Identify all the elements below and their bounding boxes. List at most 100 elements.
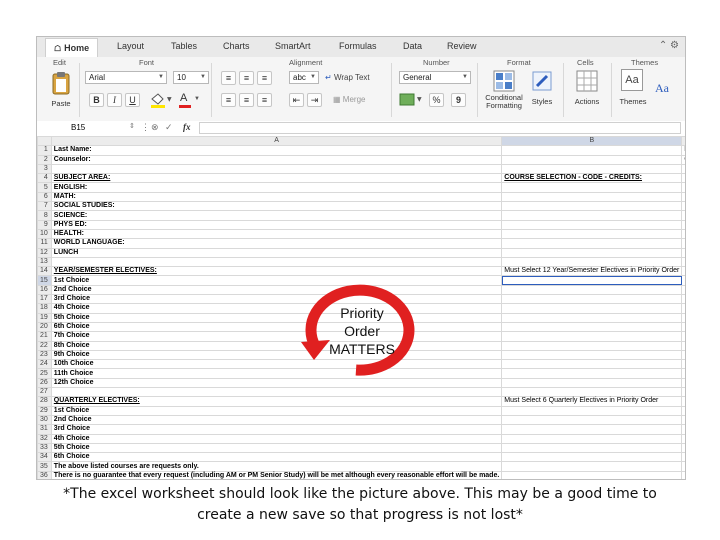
cell-b28[interactable]: Must Select 6 Quarterly Electives in Pri…	[501, 396, 683, 407]
row-header[interactable]: 26	[37, 377, 52, 389]
cell-b10[interactable]	[501, 228, 683, 240]
cell-b20[interactable]	[501, 321, 683, 333]
cell-a3[interactable]	[50, 163, 503, 175]
row-header[interactable]: 31	[37, 424, 52, 435]
cell-b3[interactable]	[501, 163, 683, 175]
row-header[interactable]: 20	[37, 321, 52, 333]
cell-c13[interactable]	[681, 256, 685, 268]
italic-button[interactable]: I	[107, 93, 122, 107]
tab-home[interactable]: ☖ Home	[45, 38, 99, 57]
row-header[interactable]: 17	[37, 294, 52, 305]
row-header[interactable]: 22	[37, 340, 52, 351]
orientation-button[interactable]: abc ▼	[289, 71, 319, 84]
tab-formulas[interactable]: Formulas	[339, 41, 377, 51]
name-box[interactable]: B15	[51, 122, 127, 134]
wrap-text-button[interactable]: ↵ Wrap Text	[325, 71, 381, 85]
cell-c31[interactable]	[681, 424, 685, 435]
increase-indent-button[interactable]: ⇥	[307, 93, 322, 107]
tab-smartart[interactable]: SmartArt	[275, 41, 311, 51]
cell-a30[interactable]: 2nd Choice	[50, 414, 503, 426]
row-header[interactable]: 30	[37, 414, 52, 426]
cell-c18[interactable]	[681, 303, 685, 314]
cell-b24[interactable]	[501, 359, 683, 370]
underline-button[interactable]: U	[125, 93, 140, 107]
cell-c5[interactable]	[681, 182, 685, 193]
row-header[interactable]: 7	[37, 201, 52, 212]
cell-b36[interactable]	[501, 470, 683, 479]
cell-b12[interactable]	[501, 247, 683, 258]
row-header[interactable]: 8	[37, 210, 52, 221]
row-header[interactable]: 18	[37, 303, 52, 314]
select-all-corner[interactable]	[37, 135, 52, 147]
cell-c36[interactable]	[681, 470, 685, 479]
cell-b9[interactable]	[501, 219, 683, 230]
row-header[interactable]: 23	[37, 349, 52, 361]
cell-c16[interactable]	[681, 284, 685, 296]
cell-b11[interactable]	[501, 238, 683, 249]
cell-a15[interactable]: 1st Choice	[50, 275, 503, 286]
cell-a19[interactable]: 5th Choice	[50, 312, 503, 323]
cell-c34[interactable]	[681, 452, 685, 463]
cell-a18[interactable]: 4th Choice	[50, 303, 503, 314]
cell-a33[interactable]: 5th Choice	[50, 442, 503, 454]
cell-a24[interactable]: 10th Choice	[50, 359, 503, 370]
cell-b30[interactable]	[501, 414, 683, 426]
cell-b26[interactable]	[501, 377, 683, 389]
merge-button[interactable]: ▦ Merge	[333, 93, 383, 107]
row-header[interactable]: 2	[37, 154, 52, 165]
row-header[interactable]: 32	[37, 433, 52, 444]
ribbon-collapse-icon[interactable]: ⌃ ⚙	[659, 40, 679, 51]
bold-button[interactable]: B	[89, 93, 104, 107]
cell-c28[interactable]	[681, 396, 685, 407]
cell-c4[interactable]	[681, 173, 685, 184]
cell-c11[interactable]	[681, 238, 685, 249]
font-color-button[interactable]: A ▼	[177, 92, 201, 108]
row-header[interactable]: 1	[37, 145, 52, 156]
currency-format-button[interactable]: ▼	[399, 92, 423, 108]
cell-c3[interactable]	[681, 163, 685, 175]
confirm-icon[interactable]: ✓	[165, 122, 173, 133]
row-header[interactable]: 16	[37, 284, 52, 296]
cell-c21[interactable]	[681, 331, 685, 342]
cell-c12[interactable]	[681, 247, 685, 258]
cell-b25[interactable]	[501, 368, 683, 379]
cell-b8[interactable]	[501, 210, 683, 221]
align-bottom-button[interactable]: ≡	[257, 71, 272, 85]
cell-a7[interactable]: SOCIAL STUDIES:	[50, 201, 503, 212]
cell-a31[interactable]: 3rd Choice	[50, 424, 503, 435]
row-header[interactable]: 29	[37, 405, 52, 416]
cell-c22[interactable]	[681, 340, 685, 351]
row-header[interactable]: 28	[37, 396, 52, 407]
tab-layout[interactable]: Layout	[117, 41, 144, 51]
cell-b15[interactable]	[501, 275, 683, 286]
align-middle-button[interactable]: ≡	[239, 71, 254, 85]
row-header[interactable]: 11	[37, 238, 52, 249]
cell-b13[interactable]	[501, 256, 683, 268]
cell-b34[interactable]	[501, 452, 683, 463]
cell-b27[interactable]	[501, 386, 683, 398]
cell-b7[interactable]	[501, 201, 683, 212]
row-header[interactable]: 14	[37, 266, 52, 277]
cell-c6[interactable]	[681, 191, 685, 203]
cell-a23[interactable]: 9th Choice	[50, 349, 503, 361]
cell-a25[interactable]: 11th Choice	[50, 368, 503, 379]
cell-c8[interactable]	[681, 210, 685, 221]
cell-b35[interactable]	[501, 461, 683, 472]
row-header[interactable]: 27	[37, 386, 52, 398]
cell-c35[interactable]	[681, 461, 685, 472]
cell-a8[interactable]: SCIENCE:	[50, 210, 503, 221]
column-header-a[interactable]: A	[50, 135, 503, 147]
cell-b32[interactable]	[501, 433, 683, 444]
fill-color-button[interactable]: ▼	[149, 92, 173, 108]
theme-fonts-button[interactable]: Aa	[655, 81, 681, 99]
cell-a4[interactable]: SUBJECT AREA:	[50, 173, 503, 184]
cell-c10[interactable]	[681, 228, 685, 240]
cell-b5[interactable]	[501, 182, 683, 193]
cell-b31[interactable]	[501, 424, 683, 435]
row-header[interactable]: 13	[37, 256, 52, 268]
align-left-button[interactable]: ≡	[221, 93, 236, 107]
actions-button[interactable]: Actions	[569, 69, 605, 119]
row-header[interactable]: 5	[37, 182, 52, 193]
row-header[interactable]: 4	[37, 173, 52, 184]
conditional-formatting-button[interactable]: Conditional Formatting	[481, 69, 527, 119]
